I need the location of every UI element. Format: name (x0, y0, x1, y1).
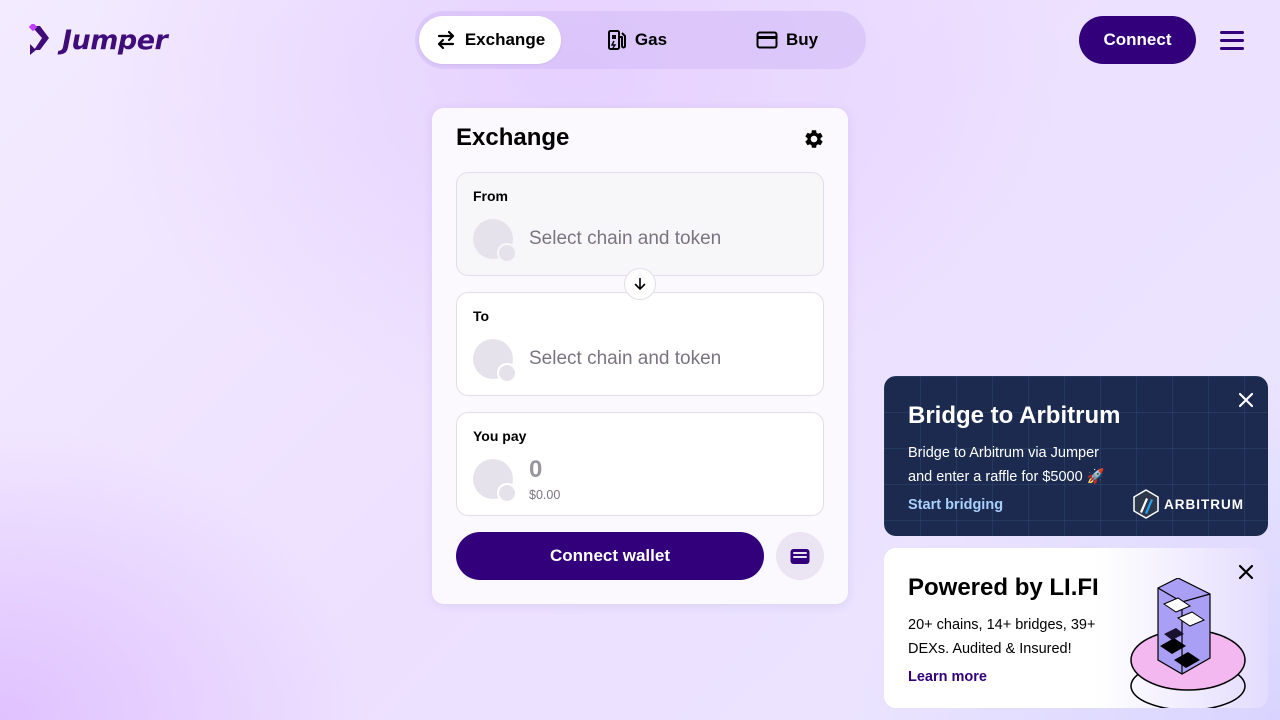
exchange-widget: Exchange From Select chain and token To … (432, 108, 848, 604)
connect-wallet-button[interactable]: Connect wallet (456, 532, 764, 580)
from-token-selector[interactable]: From Select chain and token (456, 172, 824, 276)
gas-pump-icon (607, 30, 626, 50)
arbitrum-promo-description: Bridge to Arbitrum via Jumper and enter … (908, 441, 1128, 489)
pay-chain-badge (497, 483, 517, 503)
pay-amount-field[interactable]: You pay 0 $0.00 (456, 412, 824, 516)
header: Jumper Exchange Gas Buy Connect (0, 0, 1280, 80)
tab-buy[interactable]: Buy (713, 16, 861, 64)
pay-label: You pay (473, 428, 527, 444)
arbitrum-promo-desc-line2: and enter a raffle for $5000 🚀 (908, 469, 1105, 485)
pay-amount-input[interactable]: 0 (529, 456, 542, 484)
lifi-promo-card[interactable]: Powered by LI.FI 20+ chains, 14+ bridges… (884, 548, 1268, 708)
arbitrum-logo-text: ARBITRUM (1164, 496, 1244, 512)
connect-button[interactable]: Connect (1079, 16, 1196, 64)
settings-gear-icon[interactable] (803, 128, 825, 150)
pay-usd-value: $0.00 (529, 488, 561, 502)
tab-exchange[interactable]: Exchange (419, 16, 561, 64)
lifi-promo-title: Powered by LI.FI (908, 574, 1099, 601)
from-placeholder: Select chain and token (529, 228, 722, 249)
widget-title: Exchange (456, 124, 570, 151)
from-token-avatar (473, 219, 517, 263)
to-placeholder: Select chain and token (529, 348, 722, 369)
arrow-down-icon (634, 277, 646, 290)
logo-wordmark: Jumper (62, 24, 168, 56)
main-nav: Exchange Gas Buy (415, 11, 866, 69)
wallet-icon (790, 549, 810, 564)
wallet-button[interactable] (776, 532, 824, 580)
pay-token-avatar (473, 459, 517, 503)
start-bridging-link[interactable]: Start bridging (908, 497, 1003, 513)
from-label: From (473, 188, 508, 204)
lifi-promo-desc-line2: DEXs. Audited & Insured! (908, 641, 1072, 657)
lifi-promo-desc-line1: 20+ chains, 14+ bridges, 39+ (908, 617, 1096, 633)
arbitrum-promo-desc-line1: Bridge to Arbitrum via Jumper (908, 445, 1099, 461)
jumper-logo-icon (28, 24, 49, 55)
jumper-logo[interactable]: Jumper (28, 24, 174, 56)
from-chain-badge (497, 243, 517, 263)
tab-buy-label: Buy (785, 30, 819, 49)
swap-arrows-icon (437, 30, 454, 50)
tab-gas-label: Gas (634, 30, 668, 49)
lifi-promo-description: 20+ chains, 14+ bridges, 39+ DEXs. Audit… (908, 613, 1128, 661)
to-token-selector[interactable]: To Select chain and token (456, 292, 824, 396)
swap-direction-button[interactable] (624, 268, 656, 300)
hamburger-menu-icon[interactable] (1216, 26, 1248, 54)
close-icon[interactable] (1235, 389, 1257, 411)
to-chain-badge (497, 363, 517, 383)
arbitrum-logo: ARBITRUM (1132, 489, 1244, 519)
tab-gas[interactable]: Gas (561, 16, 713, 64)
learn-more-link[interactable]: Learn more (908, 669, 987, 685)
arbitrum-logo-icon (1133, 489, 1159, 519)
credit-card-icon (756, 31, 778, 49)
lifi-illustration (1124, 577, 1254, 708)
arbitrum-promo-card[interactable]: Bridge to Arbitrum Bridge to Arbitrum vi… (884, 376, 1268, 536)
arbitrum-promo-title: Bridge to Arbitrum (908, 402, 1121, 429)
tab-exchange-label: Exchange (464, 30, 546, 49)
to-token-avatar (473, 339, 517, 383)
to-label: To (473, 308, 490, 324)
close-icon[interactable] (1235, 561, 1257, 583)
